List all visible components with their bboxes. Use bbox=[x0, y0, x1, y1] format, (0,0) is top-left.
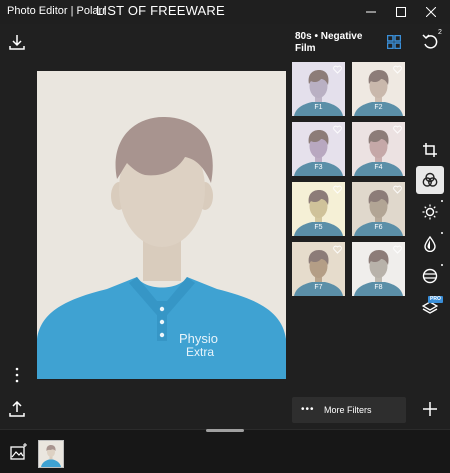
undo-count-badge: 2 bbox=[438, 29, 442, 36]
shirt-text-line2: Extra bbox=[186, 345, 214, 359]
layers-tool-button[interactable]: PRO bbox=[416, 294, 444, 322]
filter-tile-f7[interactable]: F7 bbox=[292, 242, 345, 296]
vertical-ellipsis-icon bbox=[15, 367, 19, 383]
pro-badge: PRO bbox=[428, 296, 443, 303]
more-options-button[interactable] bbox=[14, 367, 20, 383]
more-filters-label: More Filters bbox=[324, 405, 372, 415]
color-drop-icon bbox=[424, 236, 436, 252]
filter-tile-label: F1 bbox=[314, 104, 323, 111]
crop-tool-button[interactable] bbox=[416, 136, 444, 164]
overlay-title: LIST OF FREEWARE bbox=[96, 3, 225, 18]
filter-tile-f2[interactable]: F2 bbox=[352, 62, 405, 116]
filter-tile-f5[interactable]: F5 bbox=[292, 182, 345, 236]
grid-icon bbox=[386, 34, 402, 50]
panel-drag-handle[interactable] bbox=[206, 429, 244, 432]
favorite-heart-icon[interactable] bbox=[333, 185, 342, 194]
app-title: Photo Editor | Polarr bbox=[7, 5, 106, 17]
filter-tile-label: F8 bbox=[374, 284, 383, 291]
more-filters-button[interactable]: ••• More Filters bbox=[292, 397, 406, 423]
undo-button[interactable]: 2 bbox=[422, 29, 442, 51]
favorite-heart-icon[interactable] bbox=[333, 65, 342, 74]
photo-canvas[interactable]: Physio Extra bbox=[37, 71, 286, 379]
favorite-heart-icon[interactable] bbox=[393, 125, 402, 134]
download-button[interactable] bbox=[9, 34, 25, 50]
maximize-button[interactable] bbox=[386, 0, 416, 24]
filter-tile-label: F2 bbox=[374, 104, 383, 111]
add-image-icon bbox=[10, 443, 27, 460]
filter-tile-f1[interactable]: F1 bbox=[292, 62, 345, 116]
bottom-panel bbox=[0, 429, 450, 473]
effects-adjusted-indicator bbox=[441, 264, 443, 266]
grid-view-button[interactable] bbox=[386, 34, 402, 54]
favorite-heart-icon[interactable] bbox=[333, 125, 342, 134]
color-tool-button[interactable] bbox=[416, 230, 444, 258]
color-adjusted-indicator bbox=[441, 232, 443, 234]
filter-tile-f3[interactable]: F3 bbox=[292, 122, 345, 176]
upload-button[interactable] bbox=[9, 401, 25, 417]
light-adjusted-indicator bbox=[441, 200, 443, 202]
favorite-heart-icon[interactable] bbox=[393, 185, 402, 194]
plus-icon bbox=[423, 402, 437, 416]
portrait-image: Physio Extra bbox=[37, 71, 286, 379]
filter-tile-label: F6 bbox=[374, 224, 383, 231]
download-icon bbox=[9, 35, 25, 50]
thumbnail-image bbox=[39, 441, 63, 467]
ellipsis-icon: ••• bbox=[301, 404, 315, 415]
maximize-icon bbox=[396, 7, 406, 17]
minimize-button[interactable] bbox=[356, 0, 386, 24]
crop-icon bbox=[423, 143, 437, 157]
effects-tool-button[interactable] bbox=[416, 262, 444, 290]
filter-tile-f4[interactable]: F4 bbox=[352, 122, 405, 176]
filter-tile-label: F5 bbox=[314, 224, 323, 231]
filter-tile-label: F7 bbox=[314, 284, 323, 291]
minimize-icon bbox=[366, 11, 376, 13]
filter-tile-f6[interactable]: F6 bbox=[352, 182, 405, 236]
favorite-heart-icon[interactable] bbox=[393, 245, 402, 254]
sun-icon bbox=[422, 204, 438, 220]
upload-icon bbox=[9, 401, 25, 417]
filter-tile-f8[interactable]: F8 bbox=[352, 242, 405, 296]
add-photo-button[interactable] bbox=[10, 443, 28, 461]
light-tool-button[interactable] bbox=[416, 198, 444, 226]
title-bar: Photo Editor | Polarr LIST OF FREEWARE bbox=[0, 0, 450, 24]
shirt-text-line1: Physio bbox=[179, 331, 218, 346]
filters-tool-button[interactable] bbox=[416, 166, 444, 194]
filters-icon bbox=[422, 172, 438, 187]
close-button[interactable] bbox=[416, 0, 446, 24]
close-icon bbox=[426, 7, 436, 17]
filter-tile-label: F3 bbox=[314, 164, 323, 171]
photo-thumbnail[interactable] bbox=[38, 440, 64, 468]
filter-tile-label: F4 bbox=[374, 164, 383, 171]
favorite-heart-icon[interactable] bbox=[333, 245, 342, 254]
effects-globe-icon bbox=[422, 268, 438, 284]
add-button[interactable] bbox=[423, 402, 437, 416]
filter-pack-title[interactable]: 80s • Negative Film bbox=[295, 31, 380, 55]
favorite-heart-icon[interactable] bbox=[393, 65, 402, 74]
